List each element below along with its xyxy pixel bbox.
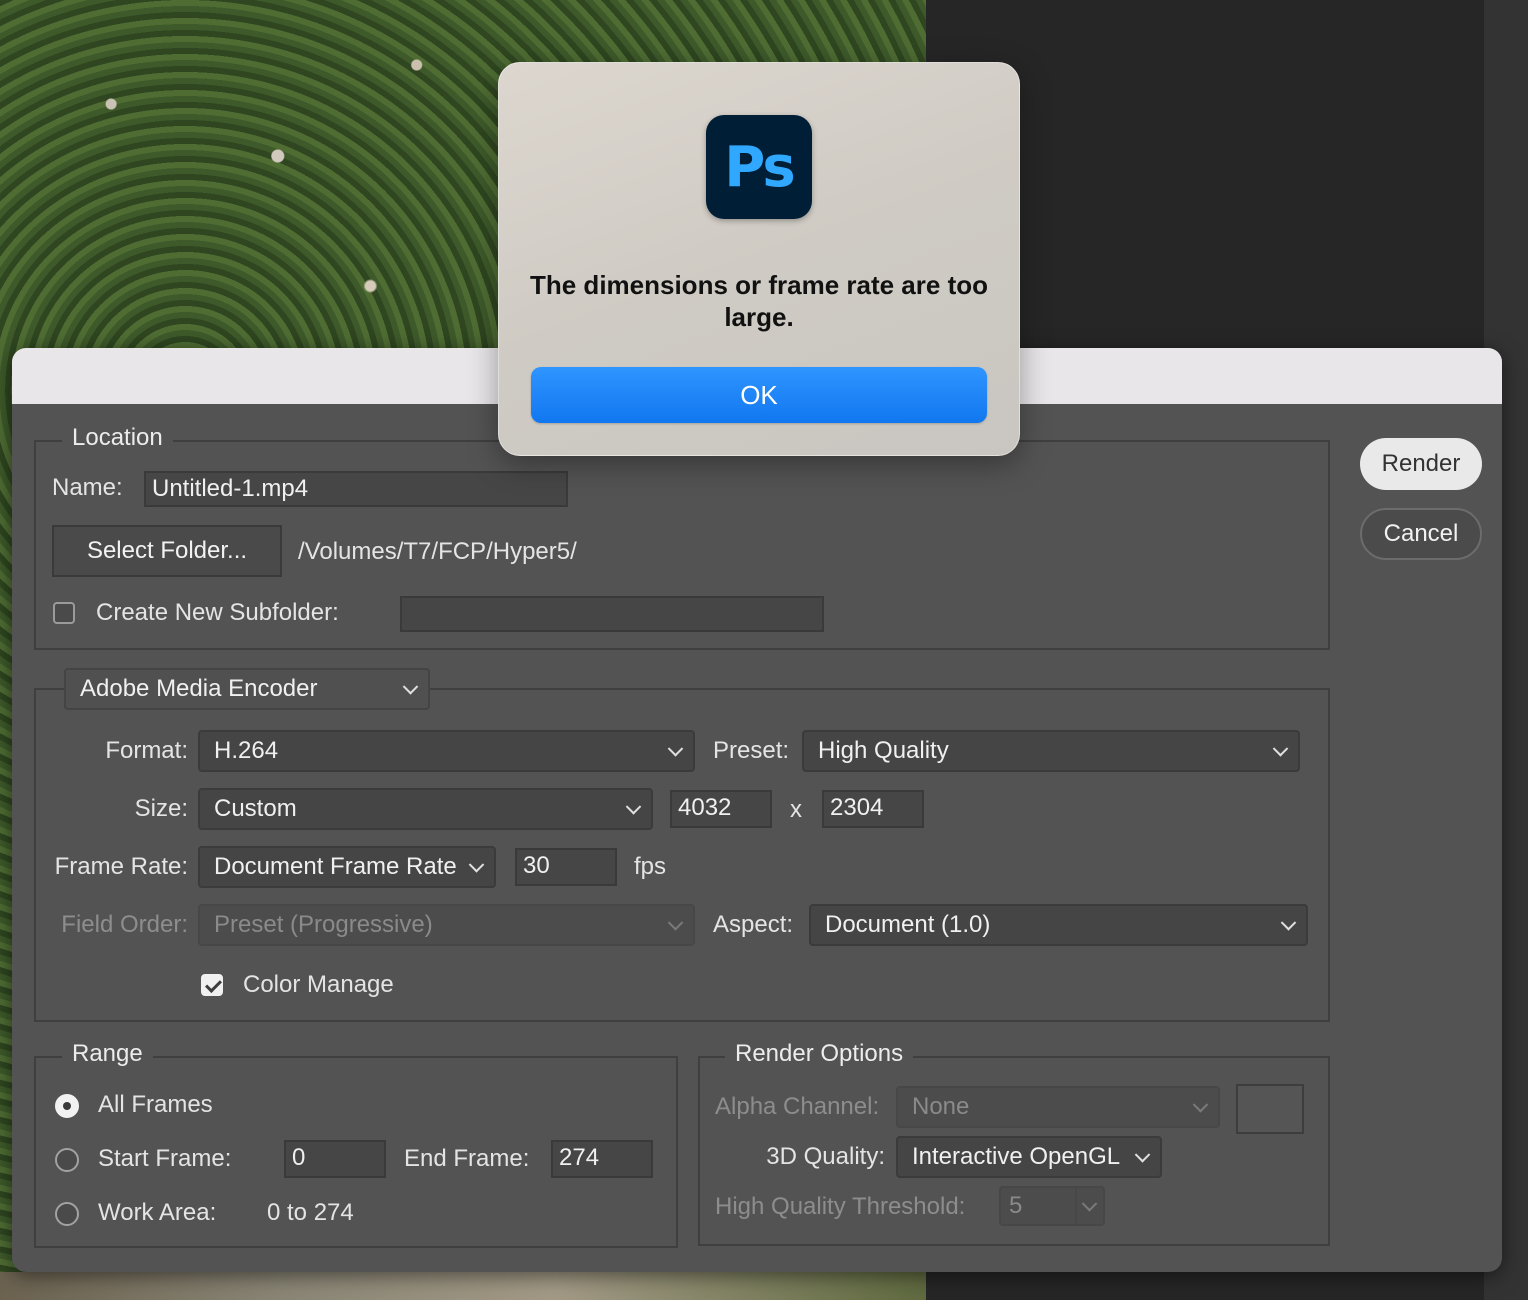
3d-quality-select[interactable]: Interactive OpenGL [896, 1136, 1162, 1178]
work-area-radio[interactable] [55, 1202, 79, 1226]
fps-label: fps [634, 853, 667, 880]
name-field[interactable]: Untitled-1.mp4 [144, 471, 568, 507]
all-frames-label: All Frames [98, 1091, 213, 1118]
render-button[interactable]: Render [1360, 438, 1482, 490]
chevron-down-icon [1280, 915, 1297, 931]
field-order-select: Preset (Progressive) [198, 904, 695, 946]
frame-rate-select-value: Document Frame Rate [214, 853, 457, 880]
threshold-value: 5 [1009, 1192, 1023, 1219]
alpha-channel-label: Alpha Channel: [715, 1093, 880, 1120]
encoder-select-value: Adobe Media Encoder [80, 675, 318, 702]
chevron-down-icon [402, 679, 419, 695]
size-x-label: x [790, 796, 802, 823]
3d-quality-select-value: Interactive OpenGL [912, 1143, 1121, 1170]
create-subfolder-checkbox[interactable] [53, 602, 75, 624]
chevron-down-icon [468, 857, 485, 873]
name-label: Name: [52, 474, 123, 501]
location-legend: Location [62, 424, 173, 452]
work-area-value: 0 to 274 [267, 1199, 354, 1226]
error-alert: Ps The dimensions or frame rate are too … [498, 62, 1020, 456]
folder-path: /Volumes/T7/FCP/Hyper5/ [298, 538, 577, 565]
alpha-color-swatch [1236, 1084, 1304, 1134]
background-photo-bottom [0, 1272, 926, 1300]
chevron-down-icon [667, 741, 684, 757]
high-quality-threshold-label: High Quality Threshold: [715, 1193, 966, 1220]
size-label: Size: [134, 795, 188, 822]
format-select-value: H.264 [214, 737, 279, 764]
aspect-label: Aspect: [713, 911, 794, 938]
ok-button[interactable]: OK [531, 367, 987, 423]
start-frame-field[interactable]: 0 [284, 1140, 386, 1178]
create-subfolder-label: Create New Subfolder: [96, 599, 339, 626]
start-frame-label: Start Frame: [98, 1145, 232, 1172]
chevron-down-icon [1272, 741, 1289, 757]
field-order-select-value: Preset (Progressive) [214, 911, 433, 938]
aspect-select[interactable]: Document (1.0) [809, 904, 1308, 946]
fps-field[interactable]: 30 [515, 848, 617, 886]
stepper-divider [1075, 1188, 1077, 1224]
select-folder-button[interactable]: Select Folder... [52, 525, 282, 577]
end-frame-label: End Frame: [404, 1145, 530, 1172]
end-frame-field[interactable]: 274 [551, 1140, 653, 1178]
preset-select[interactable]: High Quality [802, 730, 1300, 772]
all-frames-radio[interactable] [55, 1094, 79, 1118]
subfolder-field[interactable] [400, 596, 824, 632]
start-frame-radio[interactable] [55, 1148, 79, 1172]
chevron-down-icon [625, 799, 642, 815]
chevron-down-icon [1192, 1097, 1209, 1113]
size-select-value: Custom [214, 795, 297, 822]
color-manage-label: Color Manage [243, 971, 394, 998]
chevron-down-icon [1134, 1147, 1151, 1163]
range-legend: Range [62, 1040, 153, 1068]
render-video-dialog: Location Name: Untitled-1.mp4 Select Fol… [12, 348, 1502, 1272]
photoshop-app-icon: Ps [706, 115, 812, 219]
format-select[interactable]: H.264 [198, 730, 695, 772]
color-manage-checkbox[interactable] [201, 974, 223, 996]
render-options-legend: Render Options [725, 1040, 914, 1068]
width-field[interactable]: 4032 [670, 790, 772, 828]
3d-quality-label: 3D Quality: [766, 1143, 885, 1170]
cancel-button[interactable]: Cancel [1360, 508, 1482, 560]
height-field[interactable]: 2304 [822, 790, 924, 828]
field-order-label: Field Order: [61, 911, 188, 938]
alert-message: The dimensions or frame rate are too lar… [529, 270, 988, 332]
encoder-select[interactable]: Adobe Media Encoder [64, 668, 430, 710]
chevron-down-icon [667, 915, 684, 931]
format-label: Format: [105, 737, 188, 764]
chevron-down-icon [1081, 1196, 1098, 1212]
frame-rate-select[interactable]: Document Frame Rate [198, 846, 496, 888]
preset-label: Preset: [713, 737, 790, 764]
size-select[interactable]: Custom [198, 788, 653, 830]
alpha-channel-select: None [896, 1086, 1220, 1128]
work-area-label: Work Area: [98, 1199, 217, 1226]
threshold-stepper: 5 [999, 1186, 1105, 1226]
frame-rate-label: Frame Rate: [54, 853, 188, 880]
alpha-channel-select-value: None [912, 1093, 970, 1120]
preset-select-value: High Quality [818, 737, 949, 764]
aspect-select-value: Document (1.0) [825, 911, 991, 938]
